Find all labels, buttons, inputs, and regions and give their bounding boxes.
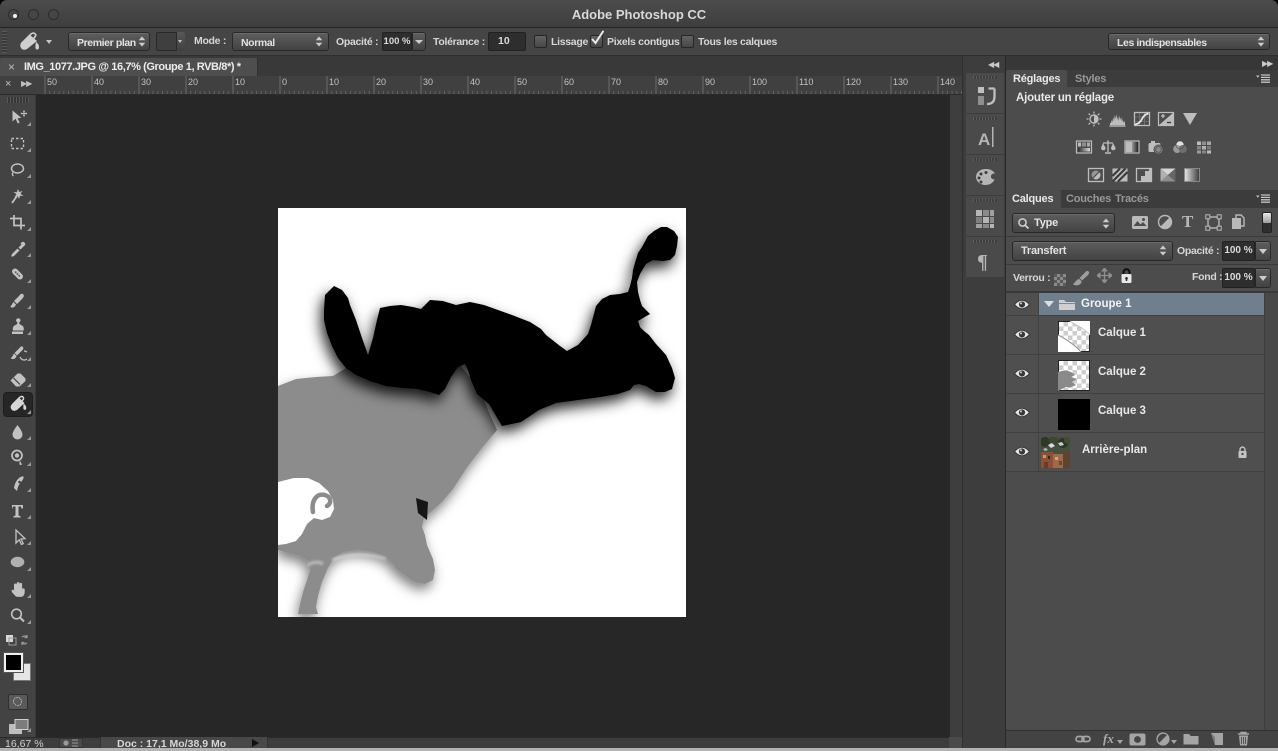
svg-text:30: 30 <box>141 77 151 87</box>
svg-text:100: 100 <box>752 77 767 87</box>
svg-text:80: 80 <box>658 77 668 87</box>
svg-text:A: A <box>978 130 990 149</box>
svg-text:50: 50 <box>517 77 527 87</box>
svg-text:110: 110 <box>799 77 813 87</box>
svg-text:10: 10 <box>329 77 339 87</box>
svg-text:140: 140 <box>940 77 955 87</box>
svg-text:20: 20 <box>188 77 198 87</box>
svg-text:90: 90 <box>705 77 715 87</box>
svg-text:70: 70 <box>611 77 621 87</box>
svg-text:50: 50 <box>47 77 57 87</box>
svg-text:20: 20 <box>376 77 386 87</box>
svg-text:0: 0 <box>282 77 287 87</box>
svg-text:40: 40 <box>94 77 104 87</box>
svg-text:30: 30 <box>423 77 433 87</box>
svg-text:120: 120 <box>846 77 861 87</box>
svg-text:40: 40 <box>470 77 480 87</box>
svg-text:130: 130 <box>893 77 908 87</box>
svg-text:¶: ¶ <box>977 251 988 273</box>
svg-text:10: 10 <box>235 77 245 87</box>
svg-text:60: 60 <box>564 77 574 87</box>
